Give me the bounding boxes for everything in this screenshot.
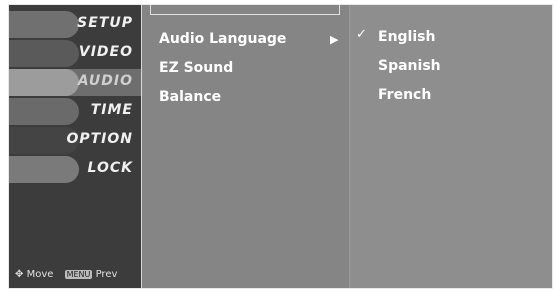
- category-option[interactable]: OPTION: [9, 127, 141, 154]
- submenu-header-frame: [150, 5, 340, 15]
- prev-hint-label: Prev: [95, 269, 118, 280]
- submenu-item-audio-language[interactable]: Audio Language: [159, 31, 286, 47]
- option-spanish[interactable]: Spanish: [378, 58, 441, 74]
- category-option-label: OPTION: [66, 131, 133, 147]
- submenu-item-balance[interactable]: Balance: [159, 89, 221, 105]
- category-audio-label: AUDIO: [77, 73, 133, 89]
- dpad-icon: ✥: [15, 269, 24, 280]
- category-setup[interactable]: SETUP: [9, 11, 141, 38]
- navigation-hint: ✥ Move MENU Prev: [15, 269, 117, 280]
- tv-screen: SETUP VIDEO AUDIO TIME OPTION LOCK ✥ Mov…: [0, 0, 556, 292]
- category-audio[interactable]: AUDIO: [9, 69, 141, 96]
- submenu-panel: Audio Language ▶ EZ Sound Balance: [142, 5, 349, 288]
- move-hint-label: Move: [26, 269, 54, 280]
- audio-icon: [9, 69, 79, 96]
- category-video[interactable]: VIDEO: [9, 40, 141, 67]
- lock-icon: [9, 156, 79, 183]
- category-setup-label: SETUP: [77, 15, 133, 31]
- video-icon: [9, 40, 79, 67]
- check-icon: ✓: [356, 27, 367, 42]
- osd-menu: SETUP VIDEO AUDIO TIME OPTION LOCK ✥ Mov…: [8, 4, 553, 289]
- option-english[interactable]: English: [378, 29, 435, 45]
- category-time[interactable]: TIME: [9, 98, 141, 125]
- menu-key-icon: MENU: [64, 270, 93, 279]
- submenu-arrow-icon: ▶: [330, 33, 339, 46]
- option-french[interactable]: French: [378, 87, 431, 103]
- time-icon: [9, 98, 79, 125]
- options-panel: ✓ English Spanish French: [350, 5, 552, 288]
- category-video-label: VIDEO: [78, 44, 133, 60]
- category-time-label: TIME: [90, 102, 133, 118]
- submenu-item-ez-sound[interactable]: EZ Sound: [159, 60, 233, 76]
- category-lock[interactable]: LOCK: [9, 156, 141, 183]
- category-lock-label: LOCK: [87, 160, 133, 176]
- setup-icon: [9, 11, 79, 38]
- category-sidebar: SETUP VIDEO AUDIO TIME OPTION LOCK ✥ Mov…: [9, 5, 142, 288]
